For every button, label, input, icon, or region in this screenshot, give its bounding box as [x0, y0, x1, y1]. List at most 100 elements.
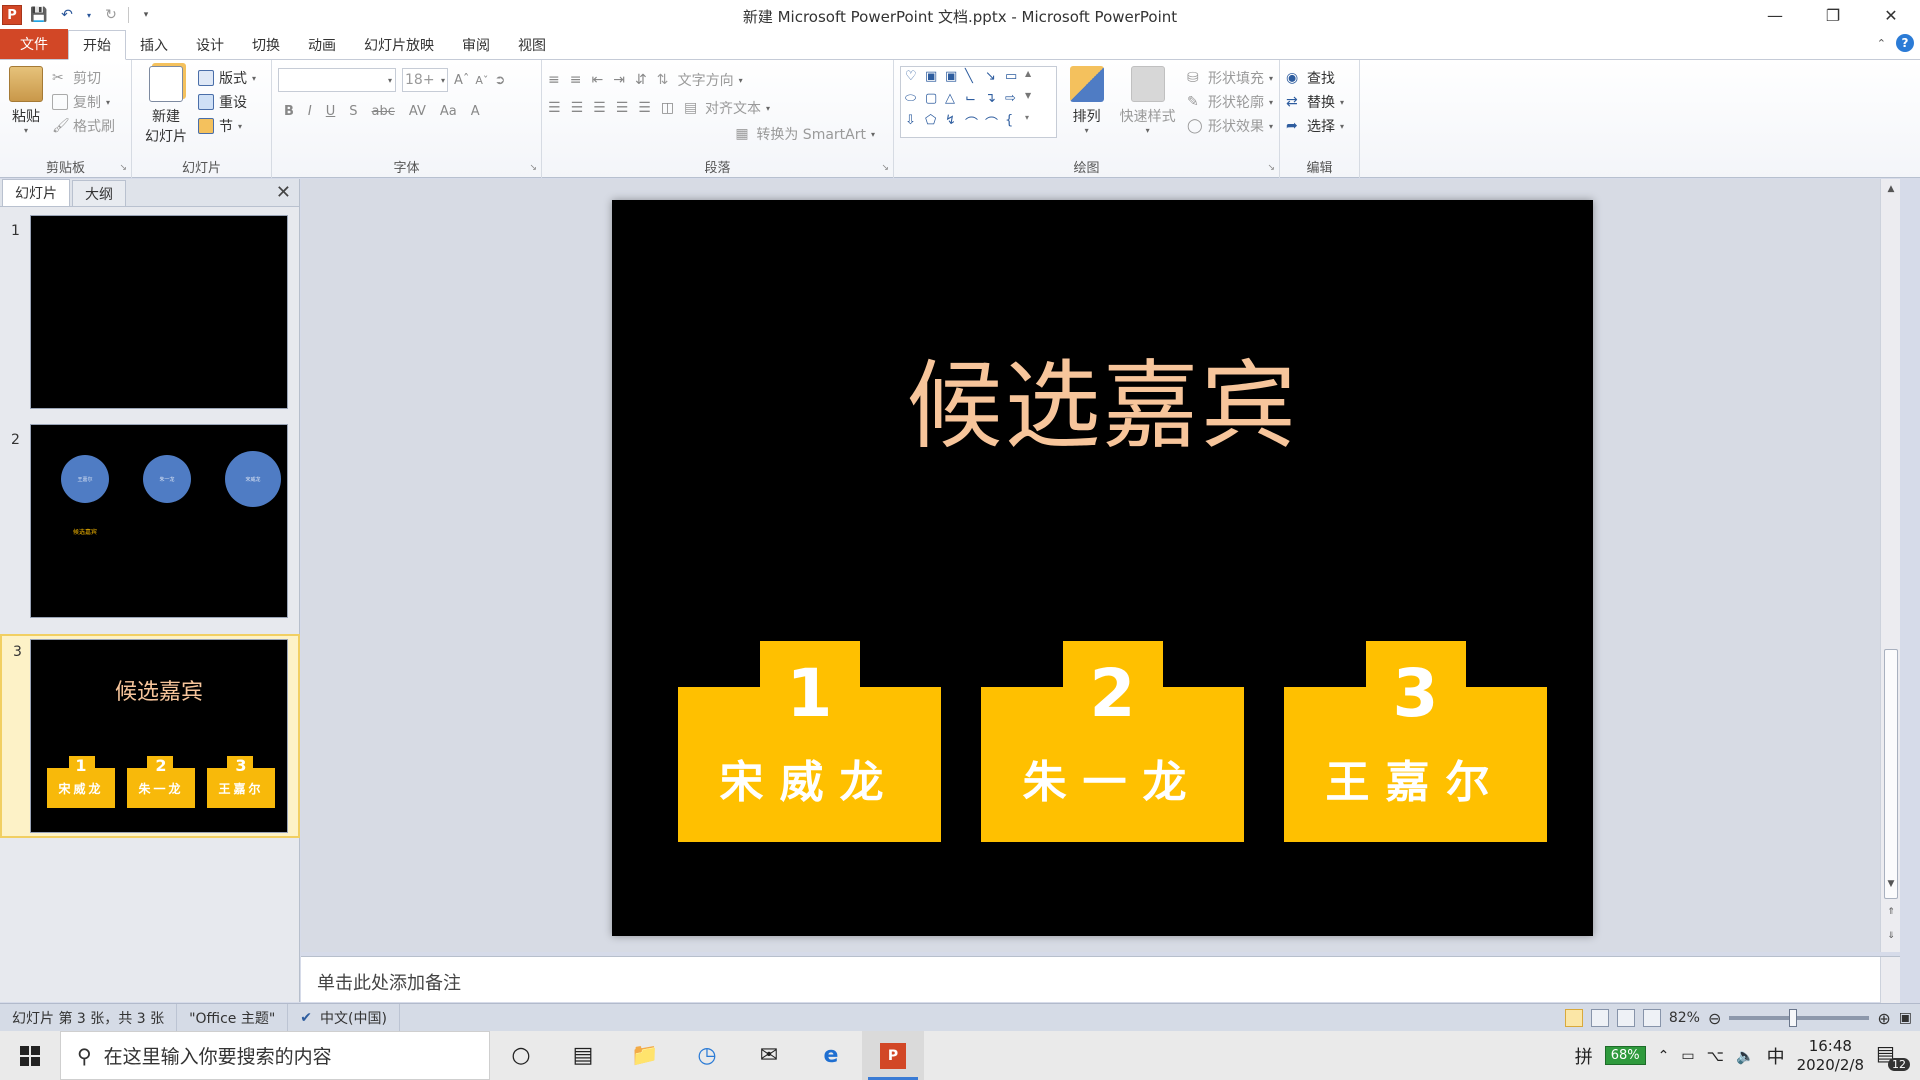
start-button[interactable] — [0, 1031, 60, 1080]
align-right-icon[interactable]: ☰ — [593, 100, 606, 116]
collapse-ribbon-icon[interactable]: ⌃ — [1877, 37, 1886, 50]
notes-scrollbar[interactable] — [1880, 957, 1900, 1003]
powerpoint-app-icon[interactable]: P — [2, 5, 22, 25]
change-case-icon[interactable]: Aa — [440, 104, 457, 119]
slide-thumbnail-1[interactable]: 1 — [0, 215, 300, 415]
distribute-icon[interactable]: ☰ — [638, 100, 651, 116]
oval-shape-icon[interactable]: ⬭ — [905, 91, 925, 113]
save-icon[interactable]: 💾 — [28, 4, 50, 26]
shape-effects-button[interactable]: ◯ 形状效果 ▾ — [1187, 114, 1273, 138]
numbering-icon[interactable]: ≡ — [570, 72, 582, 88]
slide-thumbnail-3[interactable]: 3 候选嘉宾 1 宋威龙 2 朱一龙 3 王嘉尔 — [0, 634, 300, 838]
gallery-up-icon[interactable]: ▲ — [1025, 69, 1045, 91]
italic-icon[interactable]: I — [308, 104, 312, 119]
font-size-combobox[interactable]: 18+ ▾ — [402, 68, 448, 92]
redo-icon[interactable]: ↻ — [100, 4, 122, 26]
arc-shape-icon[interactable]: ⌒ — [985, 113, 1005, 135]
increase-indent-icon[interactable]: ⇥ — [613, 72, 625, 88]
slide-title[interactable]: 候选嘉宾 — [612, 328, 1593, 467]
tab-outline[interactable]: 大纲 — [72, 180, 126, 206]
shrink-font-icon[interactable]: Aˇ — [475, 74, 488, 87]
tab-animations[interactable]: 动画 — [294, 31, 350, 59]
font-launcher-icon[interactable]: ↘ — [529, 163, 537, 173]
zoom-level[interactable]: 82% — [1669, 1010, 1700, 1026]
zoom-slider[interactable] — [1729, 1009, 1870, 1027]
podium-1[interactable]: 1 宋威龙 — [678, 641, 941, 842]
text-direction-button[interactable]: ⇅ 文字方向 ▾ — [657, 68, 743, 92]
drawing-launcher-icon[interactable]: ↘ — [1267, 163, 1275, 173]
scroll-down-icon[interactable]: ▼ — [1881, 874, 1901, 894]
columns-icon[interactable]: ◫ — [661, 100, 674, 116]
battery-indicator[interactable]: 68% — [1604, 1046, 1646, 1065]
restore-button[interactable]: ❐ — [1804, 0, 1862, 30]
help-icon[interactable]: ? — [1896, 34, 1914, 52]
close-window-button[interactable]: ✕ — [1862, 0, 1920, 30]
vertical-scrollbar[interactable]: ▲ ▼ ⇑ ⇓ — [1880, 179, 1900, 952]
cut-button[interactable]: ✂ 剪切 — [52, 66, 115, 90]
image-shape-icon-2[interactable]: ▣ — [945, 69, 965, 91]
spellcheck-icon[interactable]: ✔ — [300, 1010, 312, 1026]
paste-button[interactable]: 粘贴 ▾ — [6, 66, 46, 138]
justify-icon[interactable]: ☰ — [616, 100, 629, 116]
show-hidden-icons-icon[interactable]: ⌃ — [1658, 1048, 1670, 1064]
zoom-in-icon[interactable]: ⊕ — [1877, 1009, 1890, 1028]
podium-2[interactable]: 2 朱一龙 — [981, 641, 1244, 842]
copy-button[interactable]: 复制 ▾ — [52, 90, 115, 114]
fit-to-window-icon[interactable]: ▣ — [1899, 1010, 1912, 1026]
right-arrow-shape-icon[interactable]: ⇨ — [1005, 91, 1025, 113]
undo-icon[interactable]: ↶ — [56, 4, 78, 26]
font-name-combobox[interactable]: ▾ — [278, 68, 396, 92]
podium-3[interactable]: 3 王嘉尔 — [1284, 641, 1547, 842]
arrow-line-shape-icon[interactable]: ↘ — [985, 69, 1005, 91]
rectangle-shape-icon[interactable]: ▭ — [1005, 69, 1025, 91]
curve-shape-icon[interactable]: ⌒ — [965, 113, 985, 135]
shapes-gallery[interactable]: ♡ ▣ ▣ ╲ ↘ ▭ ▲ ⬭ ▢ △ ⌙ ↴ ⇨ ▼ ⇩ ⬠ ↯ ⌒ ⌒ { — [900, 66, 1058, 138]
underline-icon[interactable]: U — [326, 104, 336, 119]
wifi-icon[interactable]: ⌥ — [1707, 1047, 1724, 1065]
gallery-more-icon[interactable]: ▾ — [1025, 113, 1045, 135]
pentagon-shape-icon[interactable]: ⬠ — [925, 113, 945, 135]
tab-review[interactable]: 审阅 — [448, 31, 504, 59]
task-view-icon[interactable]: ▤ — [552, 1031, 614, 1080]
notes-placeholder[interactable]: 单击此处添加备注 — [317, 969, 461, 995]
elbow-arrow-icon[interactable]: ↴ — [985, 91, 1005, 113]
tab-home[interactable]: 开始 — [68, 30, 126, 60]
slide-sorter-view-icon[interactable] — [1590, 1009, 1609, 1027]
elbow-connector-icon[interactable]: ⌙ — [965, 91, 985, 113]
section-button[interactable]: 节 ▾ — [198, 114, 256, 138]
scrollbar-thumb[interactable] — [1884, 649, 1898, 899]
paragraph-launcher-icon[interactable]: ↘ — [881, 163, 889, 173]
find-button[interactable]: ◉ 查找 — [1286, 66, 1353, 90]
bullets-icon[interactable]: ≡ — [548, 72, 560, 88]
heart-shape-icon[interactable]: ♡ — [905, 69, 925, 91]
scroll-up-icon[interactable]: ▲ — [1881, 179, 1901, 199]
shape-fill-button[interactable]: ⛁ 形状填充 ▾ — [1187, 66, 1273, 90]
clipboard-launcher-icon[interactable]: ↘ — [119, 163, 127, 173]
edge-browser-icon[interactable]: e — [800, 1031, 862, 1080]
image-shape-icon[interactable]: ▣ — [925, 69, 945, 91]
slideshow-view-icon[interactable] — [1642, 1009, 1661, 1027]
tab-slides[interactable]: 幻灯片 — [2, 179, 70, 206]
reset-button[interactable]: 重设 — [198, 90, 256, 114]
tab-file[interactable]: 文件 — [0, 29, 68, 59]
minimize-button[interactable]: — — [1746, 0, 1804, 30]
clock[interactable]: 16:48 2020/2/8 — [1797, 1037, 1864, 1075]
previous-slide-icon[interactable]: ⇑ — [1881, 902, 1901, 922]
format-painter-button[interactable]: 🖌 格式刷 — [52, 114, 115, 138]
triangle-shape-icon[interactable]: △ — [945, 91, 965, 113]
tab-slideshow[interactable]: 幻灯片放映 — [350, 31, 448, 59]
align-center-icon[interactable]: ☰ — [571, 100, 584, 116]
close-pane-icon[interactable]: ✕ — [276, 182, 291, 203]
shape-outline-button[interactable]: ✎ 形状轮廓 ▾ — [1187, 90, 1273, 114]
decrease-indent-icon[interactable]: ⇤ — [591, 72, 603, 88]
gallery-down-icon[interactable]: ▼ — [1025, 91, 1045, 113]
normal-view-icon[interactable] — [1564, 1009, 1583, 1027]
paste-dropdown-icon[interactable]: ▾ — [24, 126, 28, 135]
grow-font-icon[interactable]: Aˆ — [454, 73, 469, 88]
tab-design[interactable]: 设计 — [182, 31, 238, 59]
rounded-rect-shape-icon[interactable]: ▢ — [925, 91, 945, 113]
zoom-slider-knob[interactable] — [1789, 1009, 1798, 1027]
undo-dropdown-icon[interactable]: ▾ — [84, 4, 94, 26]
file-explorer-icon[interactable]: 📁 — [614, 1031, 676, 1080]
new-slide-button[interactable]: 新建 幻灯片 — [138, 66, 194, 146]
